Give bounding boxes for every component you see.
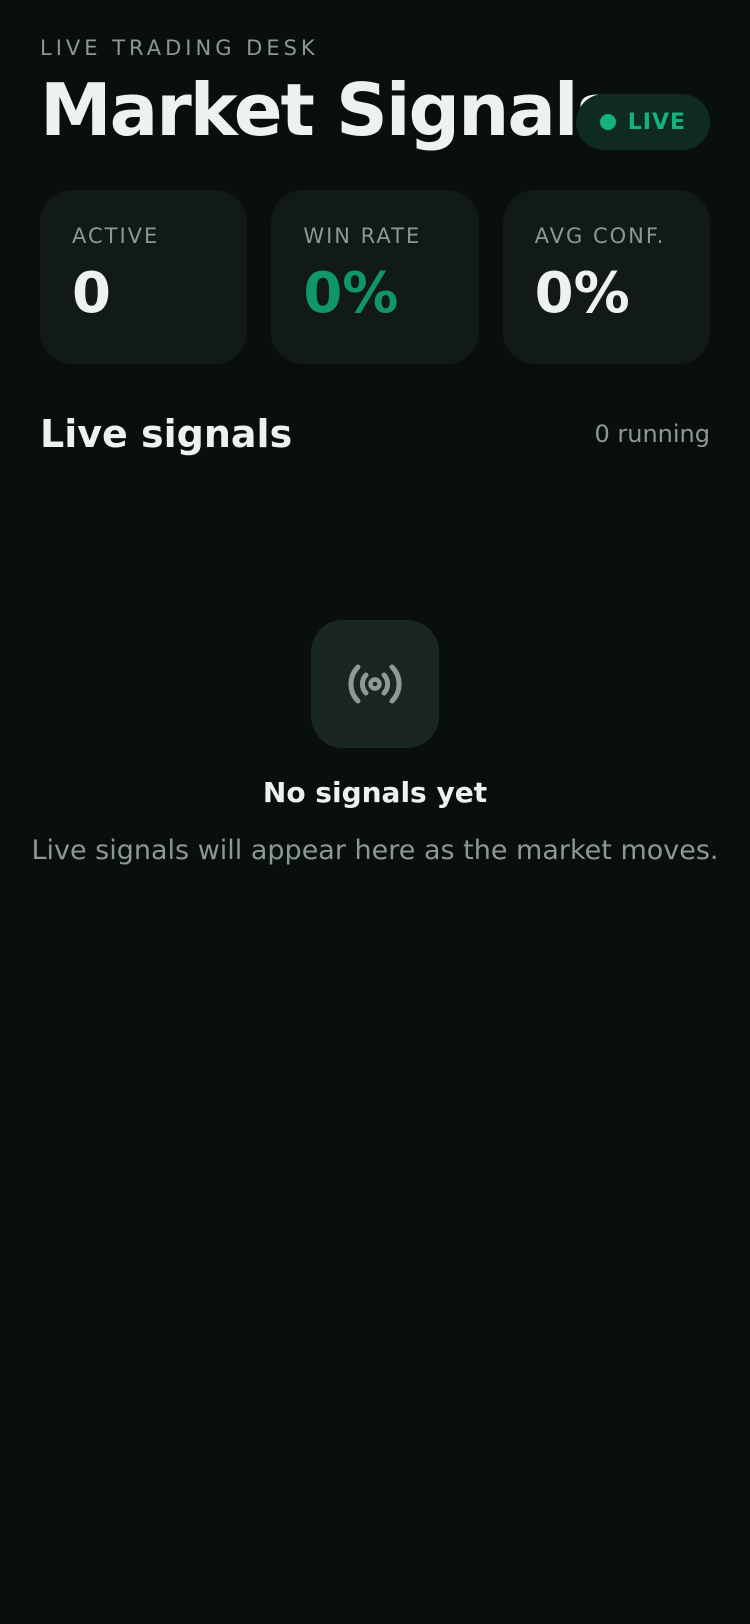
stat-value: 0% [303,261,399,326]
signals-section-header: Live signals 0 running [40,412,710,456]
live-dot-icon [599,114,616,130]
stat-card-avg-confidence: AVG CONF. 0% [502,190,710,364]
stat-card-win-rate: WIN RATE 0% [271,190,479,364]
empty-state: No signals yet Live signals will appear … [0,620,750,866]
stat-value: 0% [534,261,630,326]
stat-label: AVG CONF. [534,224,666,248]
section-title: Live signals [40,412,293,456]
broadcast-icon [311,620,439,748]
empty-state-message: Live signals will appear here as the mar… [31,835,719,866]
empty-state-title: No signals yet [262,776,488,809]
stat-label: ACTIVE [72,224,160,248]
stat-value: 0 [72,261,111,326]
stat-label: WIN RATE [303,224,422,248]
running-count: 0 running [594,420,710,448]
live-status-badge: LIVE [575,94,710,150]
page-eyebrow: LIVE TRADING DESK [40,36,319,60]
stats-row: ACTIVE 0 WIN RATE 0% AVG CONF. 0% [40,190,710,364]
market-signals-screen: LIVE TRADING DESK Market Signals LIVE AC… [0,0,750,1624]
stat-card-active: ACTIVE 0 [40,190,248,364]
live-status-label: LIVE [627,109,686,135]
page-title: Market Signals [40,68,619,152]
